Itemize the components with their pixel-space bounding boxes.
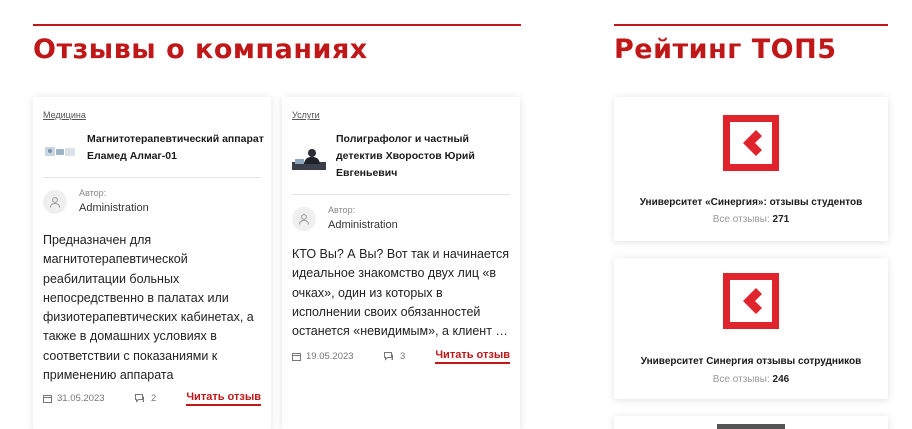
reviews-title: Отзывы о компаниях	[33, 34, 368, 65]
review-date: 31.05.2023	[57, 393, 105, 404]
comment-count: 3	[400, 351, 406, 362]
comment-icon	[135, 394, 144, 403]
divider	[43, 177, 261, 178]
rating-item-name: Университет Синергия отзывы сотрудников	[640, 356, 862, 367]
read-review-link[interactable]: Читать отзыв	[186, 391, 261, 406]
service-thumbnail[interactable]	[292, 146, 326, 170]
rating-item-count: Все отзывы: 271	[712, 214, 790, 225]
section-divider	[614, 24, 888, 26]
section-divider	[33, 24, 521, 26]
user-icon	[292, 207, 316, 231]
review-card: Услуги Полиграфолог и частный детектив Х…	[282, 97, 520, 429]
author-name: Administration	[328, 219, 398, 231]
rating-item-count: Все отзывы: 246	[712, 374, 790, 385]
comment-count: 2	[151, 393, 157, 404]
comment-icon	[384, 352, 393, 361]
review-date: 19.05.2023	[306, 351, 354, 362]
rating-item-thumbnail	[717, 424, 785, 429]
review-title[interactable]: Полиграфолог и частный детектив Хворосто…	[336, 131, 514, 182]
product-thumbnail[interactable]	[43, 139, 77, 163]
user-icon	[43, 190, 67, 214]
rating-item-name: Университет «Синергия»: отзывы студентов	[639, 197, 863, 208]
rating-item[interactable]: Университет «Синергия»: отзывы студентов…	[614, 97, 888, 241]
divider	[292, 194, 510, 195]
review-card: Медицина Магнитотерапевтический аппарат …	[33, 97, 271, 429]
review-excerpt: КТО Вы? А Вы? Вот так и начинается идеал…	[292, 247, 510, 339]
synergy-logo	[723, 115, 779, 171]
author-name: Administration	[79, 202, 149, 214]
review-title[interactable]: Магнитотерапевтический аппарат Еламед Ал…	[87, 131, 265, 165]
category-link[interactable]: Медицина	[43, 110, 86, 120]
author-caption: Автор:	[79, 188, 107, 198]
read-review-link[interactable]: Читать отзыв	[435, 349, 510, 364]
category-link[interactable]: Услуги	[292, 110, 320, 120]
calendar-icon	[292, 353, 301, 361]
synergy-logo	[723, 273, 779, 329]
rating-title: Рейтинг ТОП5	[614, 34, 837, 65]
review-excerpt: Предназначен для магнитотерапевтической …	[43, 233, 254, 383]
calendar-icon	[43, 395, 52, 403]
rating-item[interactable]: Университет Синергия отзывы сотрудников …	[614, 258, 888, 399]
rating-item[interactable]	[614, 416, 888, 429]
author-caption: Автор:	[328, 205, 356, 215]
